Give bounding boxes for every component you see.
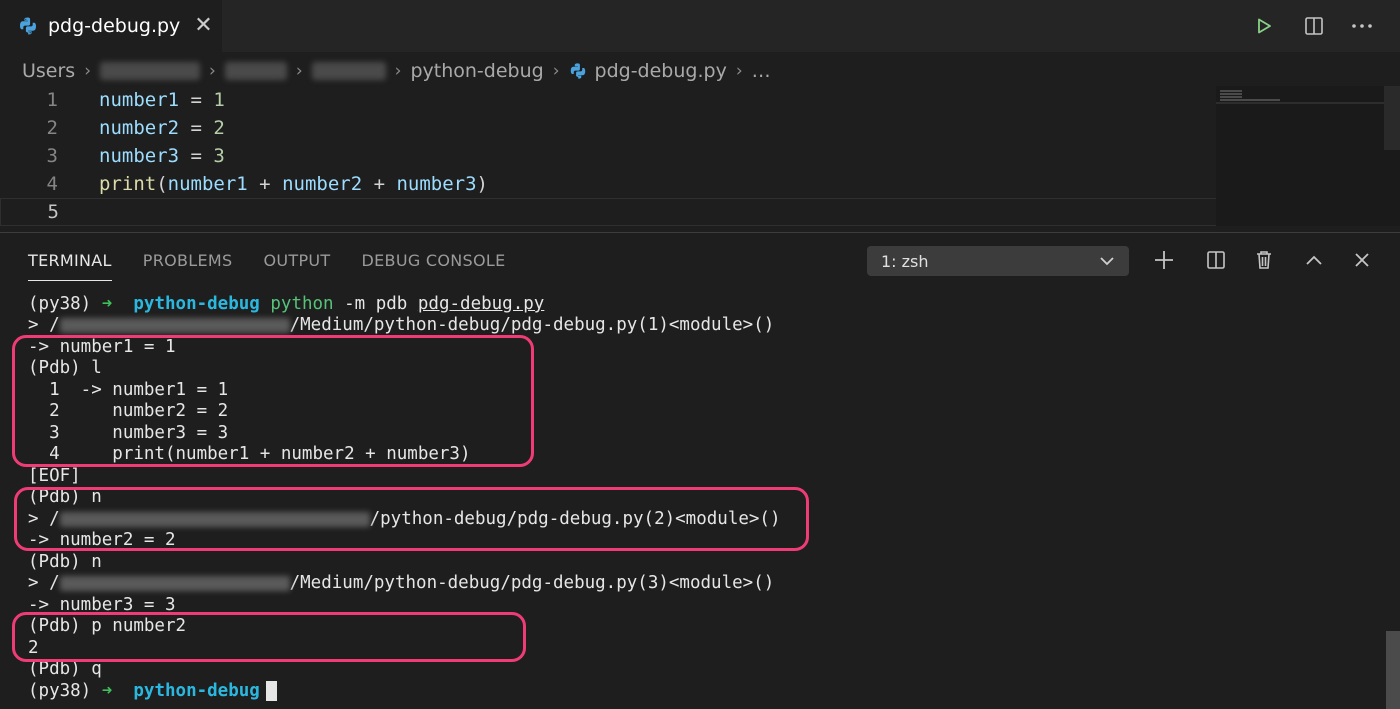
bottom-panel: TERMINAL PROBLEMS OUTPUT DEBUG CONSOLE 1… bbox=[0, 232, 1400, 709]
breadcrumb-separator: › bbox=[735, 61, 743, 81]
code-text: print(number1 + number2 + number3) bbox=[99, 173, 488, 195]
code-token: = bbox=[179, 145, 214, 167]
run-icon[interactable] bbox=[1252, 14, 1276, 38]
highlight-box-print bbox=[12, 612, 526, 662]
shell-select-value: 1: zsh bbox=[881, 251, 929, 271]
code-token: 3 bbox=[213, 145, 225, 167]
terminal-scrollbar[interactable] bbox=[1386, 631, 1400, 709]
split-terminal-icon[interactable] bbox=[1202, 246, 1230, 274]
line-number: 2 bbox=[46, 117, 58, 139]
redacted-path bbox=[59, 575, 290, 591]
redacted-segment bbox=[224, 62, 287, 80]
highlight-box-list bbox=[12, 335, 534, 467]
tab-problems[interactable]: PROBLEMS bbox=[143, 251, 233, 281]
code-token: 2 bbox=[213, 117, 225, 139]
terminal-cursor bbox=[265, 681, 277, 701]
close-icon[interactable]: ✕ bbox=[194, 15, 212, 37]
code-token: number1 bbox=[167, 173, 248, 195]
code-token: print bbox=[99, 173, 157, 195]
path-prefix: > / bbox=[28, 573, 60, 593]
path-prefix: > / bbox=[28, 315, 60, 335]
code-editor[interactable]: 1 number1 = 1 2 number2 = 2 3 number3 = 3 4 pri… bbox=[0, 86, 1400, 226]
code-token: + bbox=[247, 173, 283, 195]
python-file-icon bbox=[570, 63, 585, 79]
highlight-box-next bbox=[14, 487, 809, 551]
code-token: + bbox=[362, 173, 397, 195]
breadcrumb-users[interactable]: Users bbox=[22, 60, 75, 82]
tab-title: pdg-debug.py bbox=[48, 15, 181, 37]
more-actions-icon[interactable] bbox=[1350, 14, 1374, 38]
breadcrumb-symbols[interactable]: … bbox=[752, 60, 771, 82]
tab-terminal[interactable]: TERMINAL bbox=[28, 251, 112, 281]
command-file: pdg-debug.py bbox=[417, 294, 545, 314]
code-token: number2 bbox=[282, 173, 363, 195]
line-number: 3 bbox=[46, 145, 58, 167]
breadcrumb-python-debug[interactable]: python-debug bbox=[410, 60, 543, 82]
editor-scrollbar[interactable] bbox=[1384, 86, 1400, 150]
prompt-dir: python-debug bbox=[133, 294, 260, 314]
terminal-prompt-line: (py38) ➜ python-debug bbox=[28, 681, 277, 702]
chevron-down-icon bbox=[1099, 252, 1115, 270]
terminal-line: [EOF] bbox=[28, 466, 81, 486]
path-suffix: /Medium/python-debug/pdg-debug.py(3)<mod… bbox=[289, 573, 775, 593]
prompt-arrow-icon: ➜ bbox=[101, 681, 113, 701]
split-editor-icon[interactable] bbox=[1302, 14, 1326, 38]
code-line[interactable]: 2 number2 = 2 bbox=[0, 114, 1236, 142]
terminal-line: (Pdb) q bbox=[28, 659, 102, 679]
trash-icon[interactable] bbox=[1250, 246, 1278, 274]
code-token: 1 bbox=[213, 89, 225, 111]
line-number: 5 bbox=[47, 201, 59, 223]
path-suffix: /Medium/python-debug/pdg-debug.py(1)<mod… bbox=[289, 315, 775, 335]
code-token: = bbox=[179, 89, 214, 111]
minimap[interactable] bbox=[1216, 86, 1400, 226]
tab-pdg-debug[interactable]: pdg-debug.py ✕ bbox=[0, 0, 222, 52]
prompt-env: (py38) bbox=[28, 294, 92, 314]
line-number: 1 bbox=[46, 89, 58, 111]
python-file-icon bbox=[20, 17, 36, 35]
code-token: ( bbox=[156, 173, 168, 195]
breadcrumb: Users › › › › python-debug › pdg-debug.p… bbox=[22, 57, 771, 85]
prompt-arrow-icon: ➜ bbox=[101, 294, 113, 314]
new-terminal-icon[interactable] bbox=[1150, 246, 1178, 274]
code-line[interactable]: 3 number3 = 3 bbox=[0, 142, 1236, 170]
breadcrumb-separator: › bbox=[552, 61, 560, 81]
redacted-path bbox=[59, 317, 290, 333]
redacted-segment bbox=[100, 62, 201, 80]
prompt-dir: python-debug bbox=[133, 681, 260, 701]
code-line[interactable]: 1 number1 = 1 bbox=[0, 86, 1236, 114]
line-number: 4 bbox=[46, 173, 58, 195]
command-python: python bbox=[270, 294, 334, 314]
breadcrumb-separator: › bbox=[84, 61, 92, 81]
breadcrumb-separator: › bbox=[209, 61, 216, 81]
code-token: number1 bbox=[99, 89, 180, 111]
code-text: number1 = 1 bbox=[99, 89, 225, 111]
breadcrumb-file[interactable]: pdg-debug.py bbox=[595, 60, 727, 82]
code-line[interactable]: 5 bbox=[0, 198, 1236, 226]
code-text: number3 = 3 bbox=[99, 145, 225, 167]
terminal-line: (Pdb) n bbox=[28, 552, 102, 572]
command-args: -m pdb bbox=[333, 294, 418, 314]
code-token: number3 bbox=[396, 173, 477, 195]
tab-output[interactable]: OUTPUT bbox=[264, 251, 331, 281]
terminal-command-line: (py38) ➜ python-debug python -m pdb pdg-… bbox=[28, 294, 544, 315]
maximize-panel-icon[interactable] bbox=[1300, 246, 1328, 274]
prompt-env: (py38) bbox=[28, 681, 92, 701]
code-token: number2 bbox=[99, 117, 180, 139]
breadcrumb-separator: › bbox=[394, 61, 402, 81]
panel-tabs: TERMINAL PROBLEMS OUTPUT DEBUG CONSOLE bbox=[28, 251, 506, 281]
terminal-path-line: > / /Medium/python-debug/pdg-debug.py(3)<… bbox=[28, 573, 774, 594]
code-token: ) bbox=[476, 173, 488, 195]
close-panel-icon[interactable] bbox=[1348, 246, 1376, 274]
breadcrumb-separator: › bbox=[295, 61, 303, 81]
terminal-shell-select[interactable]: 1: zsh bbox=[867, 246, 1129, 276]
code-token: = bbox=[179, 117, 214, 139]
editor-tab-bar: pdg-debug.py ✕ bbox=[0, 0, 1400, 52]
code-text: number2 = 2 bbox=[99, 117, 225, 139]
code-line[interactable]: 4 print(number1 + number2 + number3) bbox=[0, 170, 1236, 198]
terminal-path-line: > / /Medium/python-debug/pdg-debug.py(1)<… bbox=[28, 315, 774, 336]
redacted-segment bbox=[311, 62, 386, 80]
tab-debug-console[interactable]: DEBUG CONSOLE bbox=[362, 251, 506, 281]
code-token: number3 bbox=[99, 145, 180, 167]
terminal-output[interactable]: (py38) ➜ python-debug python -m pdb pdg-… bbox=[0, 291, 1400, 709]
